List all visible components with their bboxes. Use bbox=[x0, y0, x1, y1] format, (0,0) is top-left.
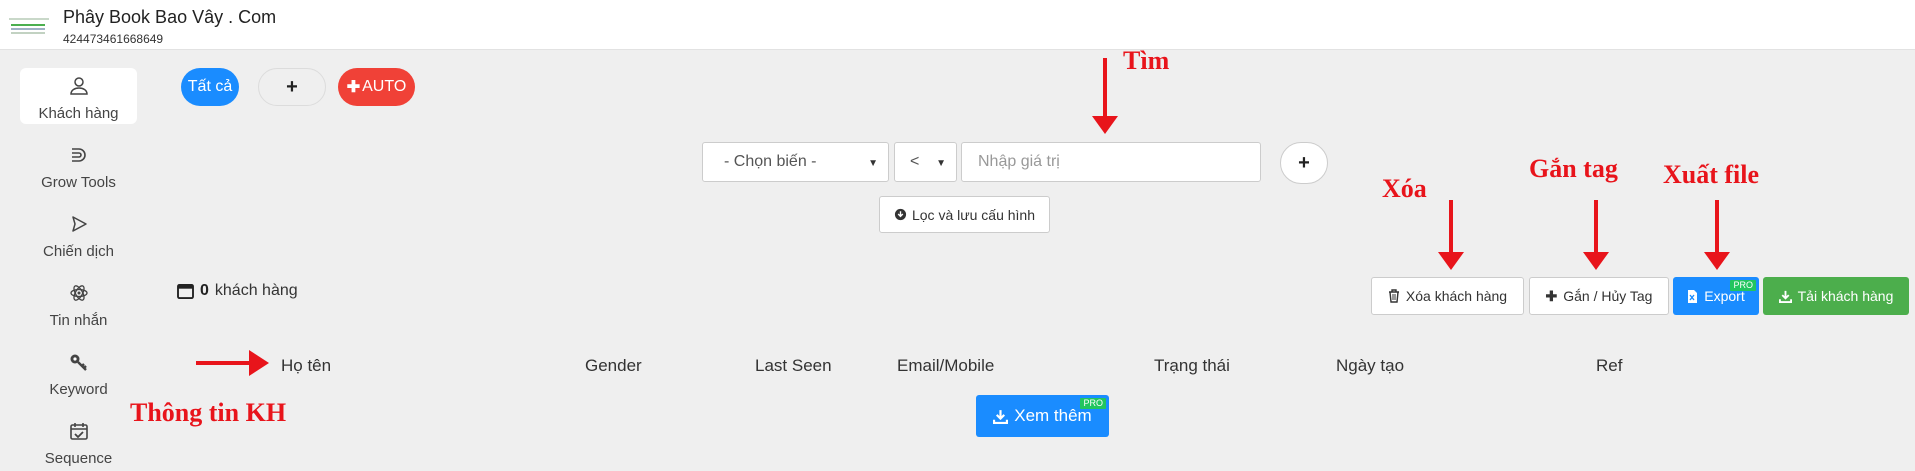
sidebar-item-tin-nhan[interactable]: Tin nhắn bbox=[20, 275, 137, 331]
sidebar-item-chien-dich[interactable]: Chiến dịch bbox=[20, 206, 137, 262]
annotation-arrow-down bbox=[1092, 58, 1118, 134]
auto-label: AUTO bbox=[362, 78, 407, 95]
annotation-arrow-down bbox=[1583, 200, 1609, 270]
customer-count-value: 0 bbox=[200, 282, 209, 299]
sidebar-item-label: Khách hàng bbox=[38, 105, 119, 122]
variable-select[interactable]: - Chọn biến - ▼ bbox=[702, 142, 889, 182]
sidebar-item-label: Keyword bbox=[49, 381, 108, 398]
column-header-created-date[interactable]: Ngày tạo bbox=[1336, 356, 1404, 376]
segment-all-button[interactable]: Tất cả bbox=[181, 68, 239, 106]
send-icon bbox=[71, 216, 87, 232]
add-segment-button[interactable]: + bbox=[258, 68, 326, 106]
tag-untag-label: Gắn / Hủy Tag bbox=[1563, 288, 1653, 304]
annotation-delete: Xóa bbox=[1382, 174, 1427, 203]
column-header-ref[interactable]: Ref bbox=[1596, 356, 1622, 376]
operator-select-value: < bbox=[910, 153, 920, 170]
annotation-search: Tìm bbox=[1123, 46, 1170, 75]
filter-value-input[interactable] bbox=[961, 142, 1261, 182]
page-logo bbox=[9, 18, 49, 38]
atom-icon bbox=[69, 285, 88, 301]
auto-segment-button[interactable]: ✚ AUTO bbox=[338, 68, 415, 106]
customer-count: 0 khách hàng bbox=[177, 282, 298, 300]
filter-save-label: Lọc và lưu cấu hình bbox=[911, 206, 1035, 223]
filter-save-button[interactable]: Lọc và lưu cấu hình bbox=[879, 196, 1050, 233]
column-header-status[interactable]: Trạng thái bbox=[1154, 356, 1230, 376]
sidebar-item-keyword[interactable]: Keyword bbox=[20, 344, 137, 400]
sidebar-item-label: Grow Tools bbox=[41, 174, 116, 191]
annotation-arrow-down bbox=[1438, 200, 1464, 270]
add-condition-button[interactable]: + bbox=[1280, 142, 1328, 184]
column-header-gender[interactable]: Gender bbox=[585, 356, 642, 376]
sidebar-item-label: Tin nhắn bbox=[49, 312, 108, 329]
file-excel-icon bbox=[1688, 289, 1698, 303]
pro-badge: PRO bbox=[1080, 398, 1106, 409]
annotation-arrow-down bbox=[1704, 200, 1730, 270]
page-id: 424473461668649 bbox=[63, 32, 164, 46]
delete-customers-button[interactable]: Xóa khách hàng bbox=[1371, 277, 1524, 315]
top-bar: Phây Book Bao Vây . Com 424473461668649 bbox=[0, 0, 1915, 50]
sidebar-item-grow-tools[interactable]: Grow Tools bbox=[20, 137, 137, 193]
window-icon bbox=[177, 283, 194, 299]
download-circle-icon bbox=[894, 208, 907, 221]
calendar-check-icon bbox=[69, 423, 88, 440]
tag-untag-button[interactable]: ✚ Gắn / Hủy Tag bbox=[1529, 277, 1669, 315]
operator-select[interactable]: < ▼ bbox=[894, 142, 957, 182]
plus-icon: ✚ bbox=[1545, 287, 1558, 304]
pro-badge: PRO bbox=[1730, 280, 1756, 291]
annotation-customer-info: Thông tin KH bbox=[130, 398, 287, 427]
customer-count-unit: khách hàng bbox=[214, 282, 298, 299]
sidebar-item-label: Sequence bbox=[44, 450, 113, 467]
variable-select-value: - Chọn biến - bbox=[724, 153, 817, 170]
sidebar-item-khach-hang[interactable]: Khách hàng bbox=[20, 68, 137, 124]
delete-customers-label: Xóa khách hàng bbox=[1405, 288, 1508, 304]
caret-down-icon: ▼ bbox=[868, 158, 878, 169]
caret-down-icon: ▼ bbox=[936, 158, 946, 169]
download-customers-label: Tải khách hàng bbox=[1797, 288, 1894, 304]
column-header-last-seen[interactable]: Last Seen bbox=[755, 356, 832, 376]
download-customers-button[interactable]: Tải khách hàng bbox=[1763, 277, 1909, 315]
export-button[interactable]: Export PRO bbox=[1673, 277, 1759, 315]
page-name: Phây Book Bao Vây . Com bbox=[63, 7, 277, 27]
load-more-button[interactable]: Xem thêm PRO bbox=[976, 395, 1109, 437]
magnet-icon bbox=[71, 148, 86, 162]
annotation-tag: Gắn tag bbox=[1529, 154, 1618, 183]
load-more-label: Xem thêm bbox=[1014, 406, 1092, 425]
annotation-arrow-right bbox=[196, 350, 269, 376]
sidebar-item-label: Chiến dịch bbox=[43, 243, 114, 260]
download-icon bbox=[993, 409, 1009, 424]
plus-icon: ✚ bbox=[346, 79, 361, 96]
user-icon bbox=[69, 77, 88, 95]
download-icon bbox=[1778, 290, 1792, 303]
trash-icon bbox=[1388, 289, 1399, 303]
key-icon bbox=[70, 354, 87, 371]
sidebar-item-sequence[interactable]: Sequence bbox=[20, 413, 137, 469]
annotation-export: Xuất file bbox=[1663, 160, 1760, 189]
column-header-email-mobile[interactable]: Email/Mobile bbox=[897, 356, 994, 376]
column-header-name[interactable]: Họ tên bbox=[281, 356, 331, 376]
